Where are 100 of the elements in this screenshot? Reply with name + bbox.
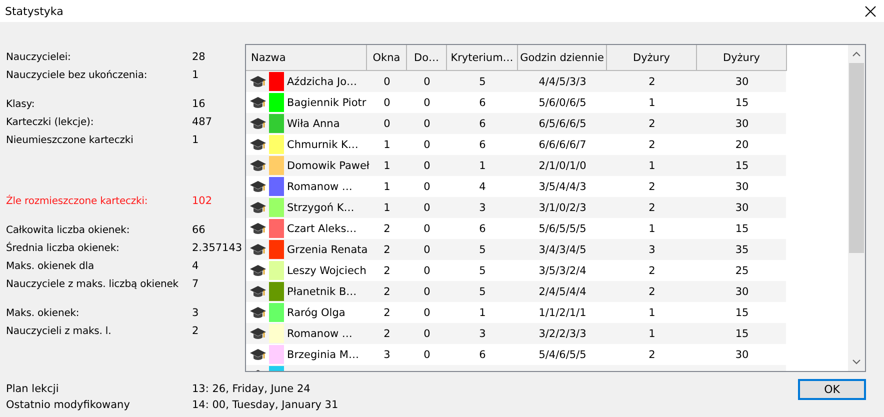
stat-value: 2.357143 [192,242,242,254]
table-cell-text: 2/1/0/1/0 [538,158,588,174]
scrollbar-thumb[interactable] [849,63,864,253]
table-cell-text: 1/1/2/1/1 [538,306,588,320]
table-cell-text: 15 [734,222,750,236]
close-icon[interactable] [865,6,876,16]
table-cell-text: 1 [382,200,392,216]
table-cell-text: 15 [734,96,750,110]
table-cell-text: 2 [382,326,392,342]
table-cell: Grzenia Renata [287,244,368,256]
graduation-cap-icon [250,96,266,110]
table-cell-text: 5 [478,284,487,300]
table-cell-text: 30 [734,74,750,90]
table-cell-text: 0 [382,116,392,132]
stat-value: 1 [192,134,199,146]
table-cell: Leszy Wojciech [287,264,366,276]
table-cell-text: 2/4/5/4/4 [538,284,588,300]
stat-value: 2 [192,325,199,337]
table-cell-text: 0 [422,264,432,278]
table-cell-text: 1 [648,222,656,236]
table-cell-text: 0 [422,74,432,90]
stat-value: 4 [192,260,199,272]
scroll-down-icon[interactable] [852,359,861,365]
table-cell-text: 2 [382,264,392,278]
stat-label: Nieumieszczone karteczki [6,134,134,146]
table-cell-text: 3/5/4/4/3 [538,180,588,194]
stat-label: Źle rozmieszczone karteczki: [6,196,149,206]
stat-value: 7 [192,278,199,290]
table-cell-text: 0 [422,242,432,258]
table-cell-text: 5/4/6/5/5 [538,348,588,362]
table-cell-text: 1 [478,158,487,174]
table-cell-text: 0 [382,74,392,90]
table-cell-text: 0 [422,96,432,110]
table-cell-text: 2 [382,306,392,320]
table-cell-text: 6 [478,222,487,236]
info-label: Plan lekcji [6,382,60,397]
table-cell-text: 0 [382,96,392,110]
table-cell-text: 0 [422,222,432,236]
column-header[interactable]: Godzin dziennie [518,45,607,71]
table-cell-text: 0 [422,348,432,362]
column-header[interactable]: Okna [367,45,407,71]
stat-value: 102 [192,195,212,207]
table-cell-text: 0 [422,158,432,174]
stat-label: Średnia liczba okienek: [6,242,120,254]
stat-label: Klasy: [6,98,36,110]
table-cell: Czart Aleks… [287,222,357,234]
graduation-cap-icon [250,200,266,214]
table-cell-text: 3 [382,348,392,362]
table-cell-text: 15 [734,326,750,342]
table-cell-text: 15 [734,158,750,174]
table-cell-text: 2 [648,138,656,152]
stat-value: 16 [192,98,206,110]
table-cell: Romanow … [287,180,352,192]
table-cell-text: 6 [478,138,487,152]
table-cell-text: 0 [422,326,432,342]
table-cell-text: 5/6/0/6/5 [538,96,588,110]
column-header[interactable]: Kryterium… [447,45,518,71]
column-header[interactable]: Dyżury [697,45,787,71]
table-cell-text: 5 [478,74,487,90]
stat-value: 1 [192,69,199,81]
table-cell-text: 6/5/6/6/5 [538,116,588,132]
column-header[interactable]: Dyżury [607,45,697,71]
table-cell-text: 2 [648,116,656,132]
graduation-cap-icon [250,284,266,298]
stat-label: Nauczycieli z maks. l. [6,326,112,336]
stat-label: Całkowita liczba okienek: [6,224,131,236]
column-header[interactable]: Nazwa [246,45,367,71]
window-title: Statystyka [5,4,64,18]
table-cell-text: 1 [648,158,656,174]
stat-value: 487 [192,116,212,128]
info-value: 13: 26, Friday, June 24 [192,382,312,397]
table-cell: Romanow … [287,328,352,340]
table-cell-text: 2 [648,264,656,278]
table-cell-text: 20 [734,138,750,152]
graduation-cap-icon [250,264,266,278]
table-cell: Bagiennik Piotr [287,96,366,108]
column-header[interactable]: Do… [407,45,447,71]
scroll-up-icon[interactable] [852,51,861,57]
table-cell-text: 5/6/5/5/5 [538,222,588,236]
graduation-cap-icon [250,116,266,130]
table-cell-text: 30 [734,180,750,194]
table-cell-text: 30 [734,348,750,362]
stat-label: Karteczki (lekcje): [6,116,95,128]
table-cell-text: 0 [422,306,432,320]
table-cell-text: 1 [648,306,656,320]
info-value: 14: 00, Tuesday, January 31 [192,398,338,413]
scrollbar[interactable] [848,45,865,371]
table-cell-text: 15 [734,306,750,320]
table-cell-text: 1 [478,306,487,320]
graduation-cap-icon [250,326,266,340]
table-cell-text: 2 [382,222,392,236]
table-cell: Domowik Paweł [287,160,370,172]
ok-button[interactable]: OK [798,379,866,400]
table-cell-text: 2 [648,180,656,194]
table-cell-text: 2 [648,74,656,90]
table-cell-text: 1 [648,96,656,110]
table-cell: Brzeginia M… [287,348,359,360]
table-cell-text: 3 [478,326,487,342]
table-cell-text: 1 [382,180,392,194]
table-cell-text: 2 [648,348,656,362]
